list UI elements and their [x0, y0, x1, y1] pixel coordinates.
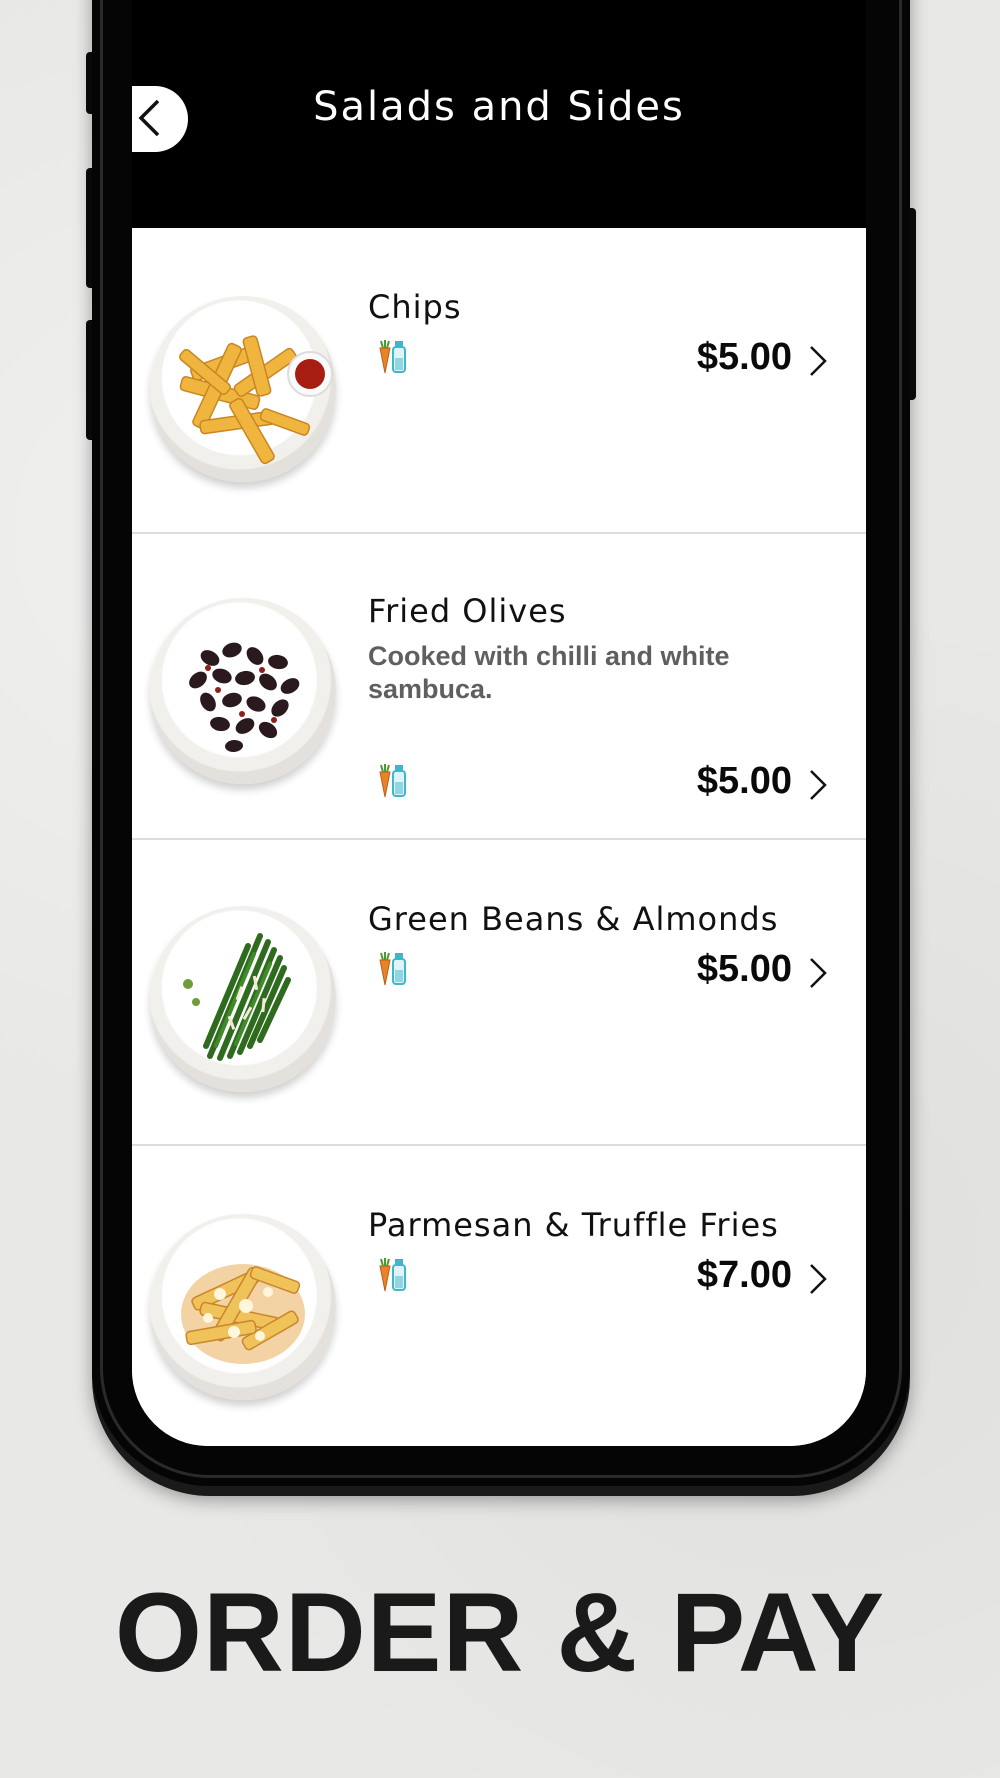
menu-item-chips[interactable]: Chips $5.00 — [132, 228, 866, 534]
tagline: ORDER & PAY — [114, 1570, 886, 1695]
vegetarian-vegan-icon — [374, 762, 408, 798]
app-screen: Salads and Sides Chips $5.00 Fried Olive… — [132, 0, 866, 1446]
item-name: Chips — [368, 288, 462, 326]
header-bar: Salads and Sides — [132, 0, 866, 228]
page-title: Salads and Sides — [313, 84, 685, 130]
fried-olives-image — [150, 598, 336, 784]
vegetarian-vegan-icon — [374, 1256, 408, 1292]
item-name: Fried Olives — [368, 592, 567, 630]
menu-item-parmesan-truffle-fries[interactable]: Parmesan & Truffle Fries $7.00 — [132, 1146, 866, 1446]
chevron-right-icon — [810, 346, 827, 376]
vegetarian-vegan-icon — [374, 950, 408, 986]
chevron-right-icon — [810, 770, 827, 800]
item-price: $7.00 — [696, 1254, 792, 1296]
chevron-right-icon — [810, 958, 827, 988]
item-price: $5.00 — [696, 948, 792, 990]
vegetarian-vegan-icon — [374, 338, 408, 374]
chips-image — [150, 296, 336, 482]
item-name: Parmesan & Truffle Fries — [368, 1206, 779, 1244]
green-beans-image — [150, 906, 336, 1092]
chevron-right-icon — [810, 1264, 827, 1294]
menu-item-fried-olives[interactable]: Fried Olives Cooked with chilli and whit… — [132, 534, 866, 840]
item-name: Green Beans & Almonds — [368, 900, 779, 938]
parmesan-fries-image — [150, 1214, 336, 1400]
item-description: Cooked with chilli and white sambuca. — [368, 641, 730, 704]
item-price: $5.00 — [696, 760, 792, 802]
menu-item-green-beans-almonds[interactable]: Green Beans & Almonds $5.00 — [132, 840, 866, 1146]
item-price: $5.00 — [696, 336, 792, 378]
